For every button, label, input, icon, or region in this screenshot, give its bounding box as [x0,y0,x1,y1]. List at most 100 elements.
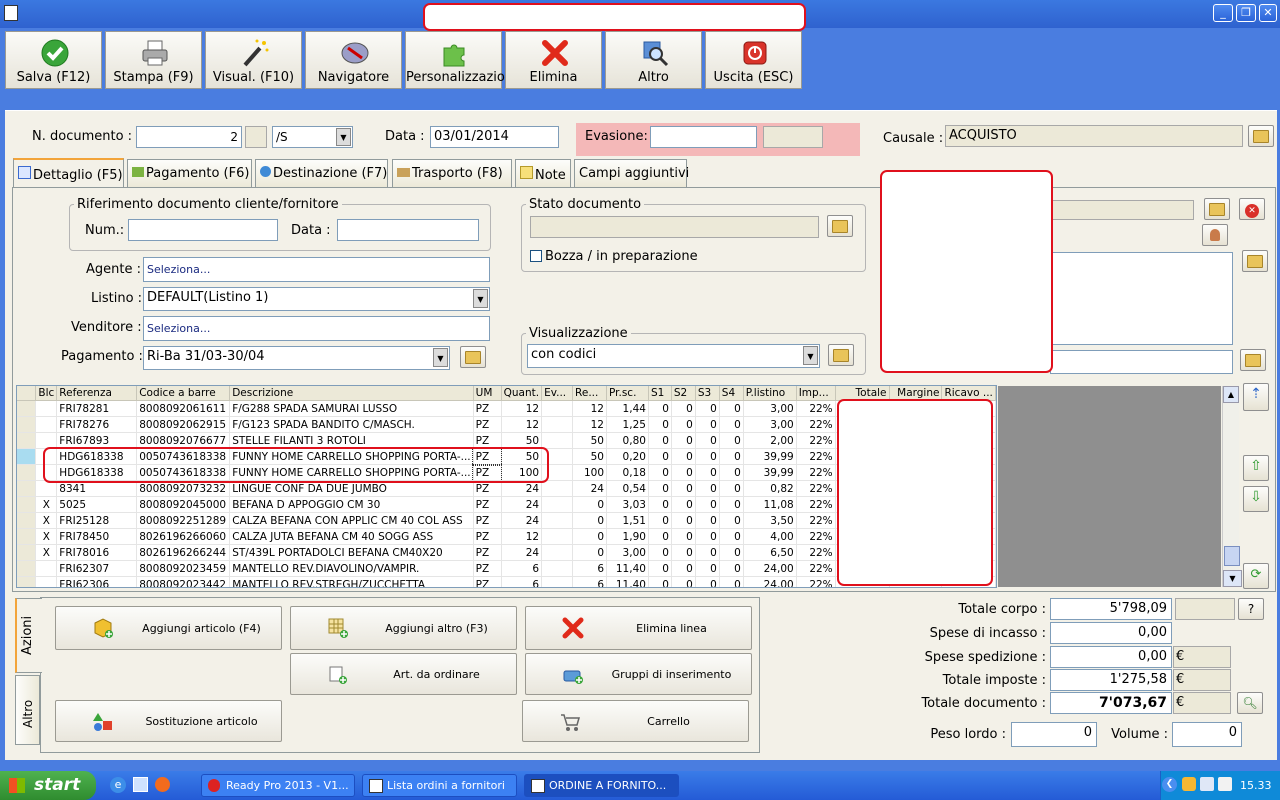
table-cell[interactable]: 0,80 [606,432,649,449]
move-top-button[interactable]: ⇡ [1243,383,1269,411]
table-cell[interactable]: 0 [695,464,720,481]
taskbar-item-lista-ordini[interactable]: Lista ordini a fornitori [362,774,517,797]
table-cell[interactable]: 22% [796,576,836,587]
table-cell[interactable]: 22% [796,480,836,497]
column-header[interactable]: S3 [695,386,720,401]
column-header[interactable]: Blc [35,386,58,401]
table-cell[interactable]: CALZA BEFANA CON APPLIC CM 40 COL ASS [229,512,474,529]
table-cell[interactable]: 0 [648,576,672,587]
table-cell[interactable]: 4,00 [743,528,797,545]
table-cell[interactable]: FRI78450 [56,528,138,545]
collection-costs-value[interactable]: 0,00 [1050,622,1172,644]
table-cell[interactable]: 0,20 [606,448,649,465]
table-cell[interactable]: F/G288 SPADA SAMURAI LUSSO [229,400,474,417]
table-cell[interactable] [541,432,574,449]
table-cell[interactable]: 8008092251289 [136,512,231,529]
table-cell[interactable] [35,576,58,587]
table-cell[interactable]: 3,03 [606,496,649,513]
venditore-input[interactable]: Seleziona... [143,316,490,341]
maximize-button[interactable]: ❐ [1236,4,1256,22]
table-cell[interactable]: 0 [695,544,720,561]
scroll-up-arrow[interactable]: ▲ [1223,386,1239,403]
table-cell[interactable]: 12 [501,400,543,417]
table-cell[interactable]: 0 [671,416,696,433]
ndoc-spin[interactable] [245,126,267,148]
table-cell[interactable]: FRI62307 [56,560,138,577]
table-cell[interactable]: 0 [648,416,672,433]
table-cell[interactable]: 0 [572,496,607,513]
table-cell[interactable]: 0 [695,416,720,433]
stato-input[interactable] [530,216,819,238]
tab-note[interactable]: Note [515,159,571,187]
table-cell[interactable]: 0 [671,496,696,513]
scroll-down-arrow[interactable]: ▼ [1223,570,1242,587]
agente-input[interactable]: Seleziona... [143,257,490,282]
table-cell[interactable]: 8026196266244 [136,544,231,561]
row-selector[interactable] [17,496,37,513]
table-cell[interactable]: 6 [501,576,543,587]
table-cell[interactable]: 0 [671,464,696,481]
table-cell[interactable]: 2,00 [743,432,797,449]
table-cell[interactable] [35,560,58,577]
print-button[interactable]: Stampa (F9) [105,31,202,89]
pagamento-select[interactable]: Ri-Ba 31/03-30/04 [143,346,450,370]
table-cell[interactable]: 1,44 [606,400,649,417]
table-cell[interactable]: 0 [695,448,720,465]
date-input[interactable]: 03/01/2014 [430,126,559,148]
side-tab-azioni[interactable]: Azioni [15,598,42,673]
table-cell[interactable]: 22% [796,544,836,561]
delete-button[interactable]: Elimina [505,31,602,89]
table-cell[interactable]: 0 [648,560,672,577]
table-cell[interactable]: 0 [719,512,744,529]
table-cell[interactable]: FRI78281 [56,400,138,417]
explorer-icon[interactable] [133,777,148,792]
row-selector[interactable] [17,512,37,529]
table-cell[interactable]: 1,25 [606,416,649,433]
table-cell[interactable]: 24,00 [743,576,797,587]
address-browse-button[interactable] [1242,250,1268,272]
supplier-contact-button[interactable] [1202,224,1228,246]
causale-browse-button[interactable] [1248,125,1274,147]
row-selector[interactable] [17,560,37,577]
tray-expand-icon[interactable]: ❮ [1162,777,1177,792]
table-cell[interactable]: MANTELLO REV.STREGH/ZUCCHETTA [229,576,474,587]
table-cell[interactable]: 39,99 [743,448,797,465]
ie-icon[interactable]: e [110,777,126,793]
table-cell[interactable]: 6,50 [743,544,797,561]
table-cell[interactable]: 3,00 [743,416,797,433]
row-selector[interactable] [17,528,37,545]
column-header[interactable]: P.listino [743,386,797,401]
table-cell[interactable]: 0 [671,400,696,417]
table-cell[interactable]: PZ [473,576,502,587]
table-cell[interactable]: 0 [719,448,744,465]
table-cell[interactable] [541,576,574,587]
close-button[interactable]: ✕ [1259,4,1277,22]
table-cell[interactable]: 12 [572,416,607,433]
table-cell[interactable]: 22% [796,432,836,449]
table-cell[interactable]: 1,90 [606,528,649,545]
insert-groups-button[interactable]: Gruppi di inserimento [525,653,752,695]
ndoc-input[interactable]: 2 [136,126,242,148]
table-cell[interactable]: 50 [572,432,607,449]
table-cell[interactable]: 0 [648,448,672,465]
table-cell[interactable]: 0 [695,496,720,513]
column-header[interactable]: Codice a barre [136,386,231,401]
table-cell[interactable]: 39,99 [743,464,797,481]
chevron-down-icon[interactable]: ▼ [473,289,488,308]
table-cell[interactable]: 6 [501,560,543,577]
table-cell[interactable]: 0 [572,528,607,545]
table-cell[interactable]: 8026196266060 [136,528,231,545]
table-cell[interactable]: 100 [572,464,607,481]
table-cell[interactable]: X [35,496,58,513]
num-input[interactable] [128,219,278,241]
table-cell[interactable]: 0,18 [606,464,649,481]
scroll-thumb[interactable] [1224,546,1240,566]
table-cell[interactable]: 3,00 [743,400,797,417]
tab-dettaglio[interactable]: Dettaglio (F5) [13,158,124,188]
table-cell[interactable]: 0 [695,432,720,449]
table-cell[interactable]: 8008092023442 [136,576,231,587]
table-cell[interactable] [541,400,574,417]
add-item-button[interactable]: Aggiungi articolo (F4) [55,606,282,650]
row-selector[interactable] [17,416,37,433]
table-cell[interactable]: 0 [648,480,672,497]
